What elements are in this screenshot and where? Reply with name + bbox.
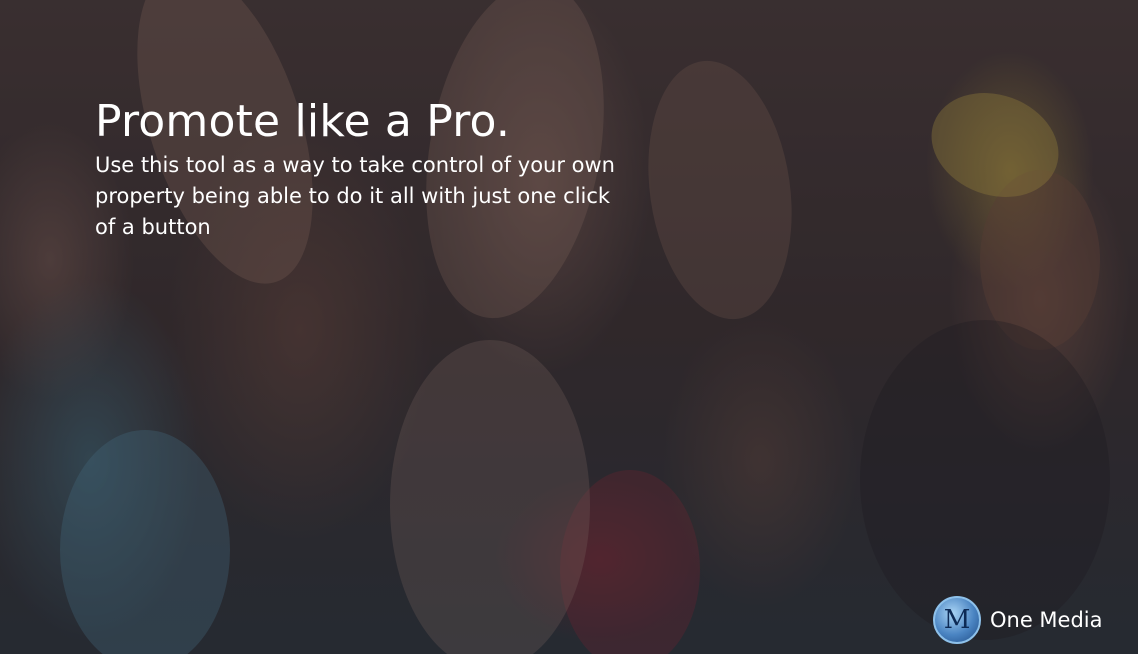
hero-copy: Promote like a Pro. Use this tool as a w… [95, 96, 655, 243]
logo-letter: M [943, 605, 971, 635]
brand-name: One Media [990, 608, 1103, 632]
hero-description: Use this tool as a way to take control o… [95, 153, 615, 239]
brand-logo-lockup: M One Media [933, 594, 1103, 646]
one-media-logo-icon: M [933, 596, 981, 644]
headline: Promote like a Pro. [95, 96, 511, 147]
